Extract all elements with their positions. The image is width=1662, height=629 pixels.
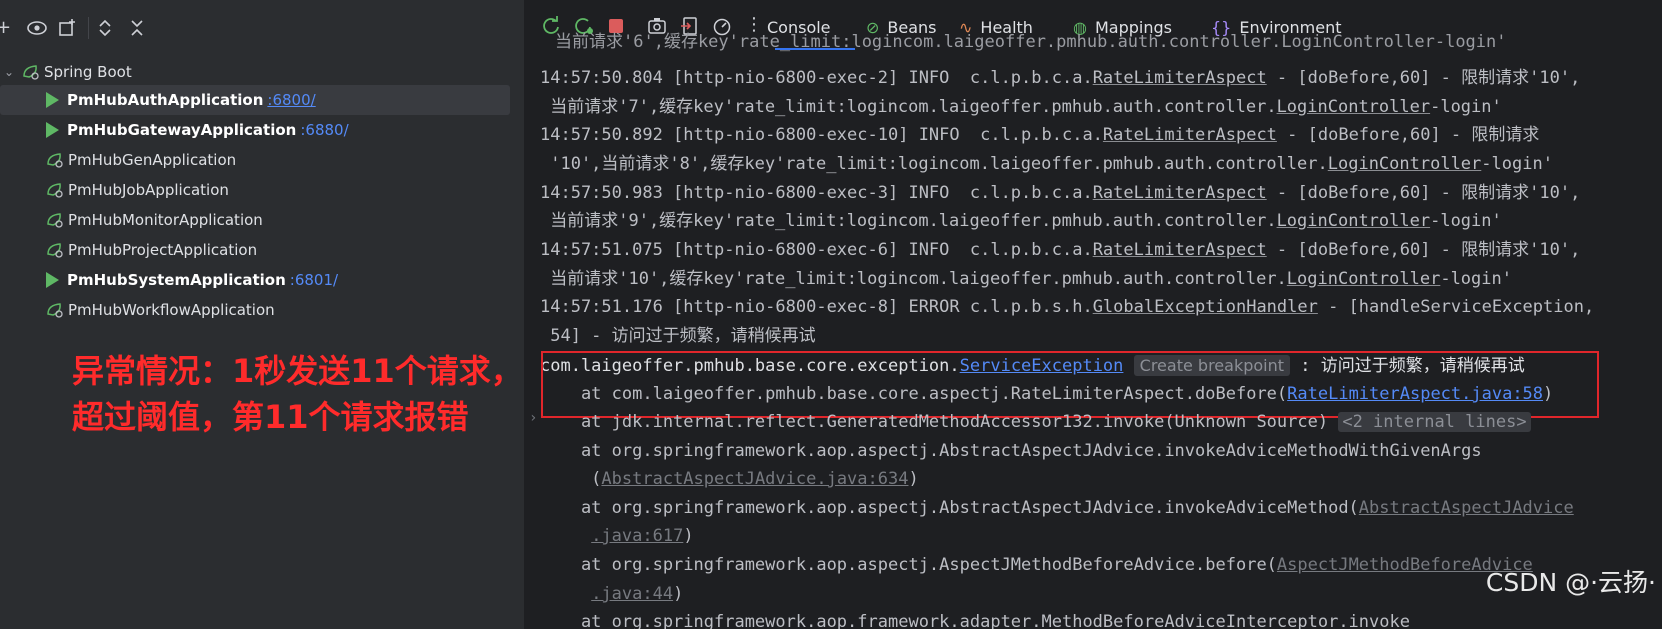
console-line: 14:57:50.804 [http-nio-6800-exec-2] INFO…: [540, 68, 1581, 88]
class-link[interactable]: LoginController: [1328, 154, 1482, 174]
console-line: 当前请求'10',缓存key'rate_limit:logincom.laige…: [540, 269, 1512, 289]
annotation-line-1: 异常情况：1秒发送11个请求，: [72, 352, 523, 390]
console-line: 14:57:51.176 [http-nio-6800-exec-8] ERRO…: [540, 297, 1595, 317]
chevron-right-icon[interactable]: ›: [529, 410, 537, 426]
spring-boot-icon: [46, 182, 63, 198]
app-row[interactable]: PmHubWorkflowApplication: [0, 295, 510, 325]
app-name: PmHubAuthApplication: [67, 91, 264, 109]
source-link[interactable]: .java:617: [591, 526, 683, 546]
eye-icon[interactable]: [26, 18, 48, 43]
spring-boot-icon: [46, 212, 63, 228]
port-link[interactable]: :6800/: [267, 91, 315, 109]
app-row[interactable]: PmHubAuthApplication:6800/: [0, 85, 510, 115]
class-link[interactable]: GlobalExceptionHandler: [1093, 297, 1318, 317]
chevron-down-icon[interactable]: ⌄: [4, 65, 14, 79]
tree-root-spring-boot[interactable]: ⌄ Spring Boot: [0, 57, 510, 87]
services-panel: + ⌄ Spring Boot PmHubAuthApplication:680…: [0, 0, 525, 629]
app-name: PmHubWorkflowApplication: [68, 301, 275, 319]
source-link[interactable]: .java:44: [591, 584, 673, 604]
class-link[interactable]: LoginController: [1277, 211, 1431, 231]
internal-lines-fold[interactable]: <2 internal lines>: [1338, 412, 1531, 432]
stack-frame: at org.springframework.aop.aspectj.Abstr…: [540, 498, 1574, 518]
console-line: '10',当前请求'8',缓存key'rate_limit:logincom.l…: [540, 154, 1553, 174]
stack-frame: .java:617): [591, 526, 694, 546]
port-link[interactable]: :6801/: [290, 271, 338, 289]
stack-frame: at jdk.internal.reflect.GeneratedMethodA…: [540, 408, 1531, 437]
app-name: PmHubSystemApplication: [67, 271, 286, 289]
watermark: CSDN @·云扬·: [1485, 568, 1656, 597]
spring-boot-icon: [22, 64, 39, 80]
app-name: PmHubGenApplication: [68, 151, 237, 169]
console-output[interactable]: 当前请求'6',缓存key'rate_limit:logincom.laigeo…: [525, 32, 1662, 629]
spring-boot-icon: [46, 152, 63, 168]
class-link[interactable]: RateLimiterAspect: [1093, 240, 1267, 260]
app-row[interactable]: PmHubJobApplication: [0, 175, 510, 205]
source-link[interactable]: AbstractAspectJAdvice: [1359, 498, 1574, 518]
class-link[interactable]: RateLimiterAspect: [1093, 183, 1267, 203]
source-link[interactable]: AbstractAspectJAdvice.java:634: [601, 469, 908, 489]
stack-frame: at org.springframework.aop.aspectj.Abstr…: [540, 441, 1482, 461]
console-line: 当前请求'7',缓存key'rate_limit:logincom.laigeo…: [540, 97, 1502, 117]
app-name: PmHubJobApplication: [68, 181, 229, 199]
run-icon: [46, 122, 59, 138]
stack-frame: at org.springframework.aop.aspectj.Aspec…: [540, 555, 1533, 575]
run-icon: [46, 92, 59, 108]
stack-frame: .java:44): [591, 584, 684, 604]
spring-boot-icon: [46, 242, 63, 258]
new-tab-icon[interactable]: [58, 18, 78, 43]
console-line: 14:57:50.983 [http-nio-6800-exec-3] INFO…: [540, 183, 1581, 203]
run-icon: [46, 272, 59, 288]
class-link[interactable]: LoginController: [1287, 269, 1441, 289]
console-line: 当前请求'9',缓存key'rate_limit:logincom.laigeo…: [540, 211, 1502, 231]
class-link[interactable]: RateLimiterAspect: [1103, 125, 1277, 145]
stack-frame: (AbstractAspectJAdvice.java:634): [540, 469, 919, 489]
console-line: 54] - 访问过于频繁，请稍候再试: [540, 326, 816, 346]
expand-all-icon[interactable]: [98, 18, 112, 43]
app-row[interactable]: PmHubGatewayApplication:6880/: [0, 115, 510, 145]
app-row[interactable]: PmHubProjectApplication: [0, 235, 510, 265]
app-name: PmHubGatewayApplication: [67, 121, 297, 139]
class-link[interactable]: LoginController: [1277, 97, 1431, 117]
app-name: PmHubProjectApplication: [68, 241, 258, 259]
console-line: 14:57:51.075 [http-nio-6800-exec-6] INFO…: [540, 240, 1581, 260]
stack-frame: at org.springframework.aop.framework.ada…: [540, 612, 1410, 629]
app-row[interactable]: PmHubGenApplication: [0, 145, 510, 175]
spring-boot-icon: [46, 302, 63, 318]
console-line: 当前请求'6',缓存key'rate_limit:logincom.laigeo…: [555, 32, 1507, 52]
add-icon[interactable]: +: [0, 18, 11, 38]
app-row[interactable]: PmHubMonitorApplication: [0, 205, 510, 235]
console-line: 14:57:50.892 [http-nio-6800-exec-10] INF…: [540, 125, 1540, 145]
app-name: PmHubMonitorApplication: [68, 211, 263, 229]
app-row[interactable]: PmHubSystemApplication:6801/: [0, 265, 510, 295]
annotation-text: 异常情况：1秒发送11个请求， 超过阈值，第11个请求报错: [72, 348, 523, 440]
collapse-all-icon[interactable]: [130, 18, 144, 43]
port-link[interactable]: :6880/: [300, 121, 348, 139]
annotation-line-2: 超过阈值，第11个请求报错: [72, 398, 469, 436]
class-link[interactable]: RateLimiterAspect: [1093, 68, 1267, 88]
toolbar-separator: [88, 17, 89, 39]
run-console-panel: ⋮ Console ⊘ Beans ∿ Health ◍ Mappings{} Environ…: [525, 0, 1662, 629]
tree-root-label: Spring Boot: [44, 63, 132, 81]
